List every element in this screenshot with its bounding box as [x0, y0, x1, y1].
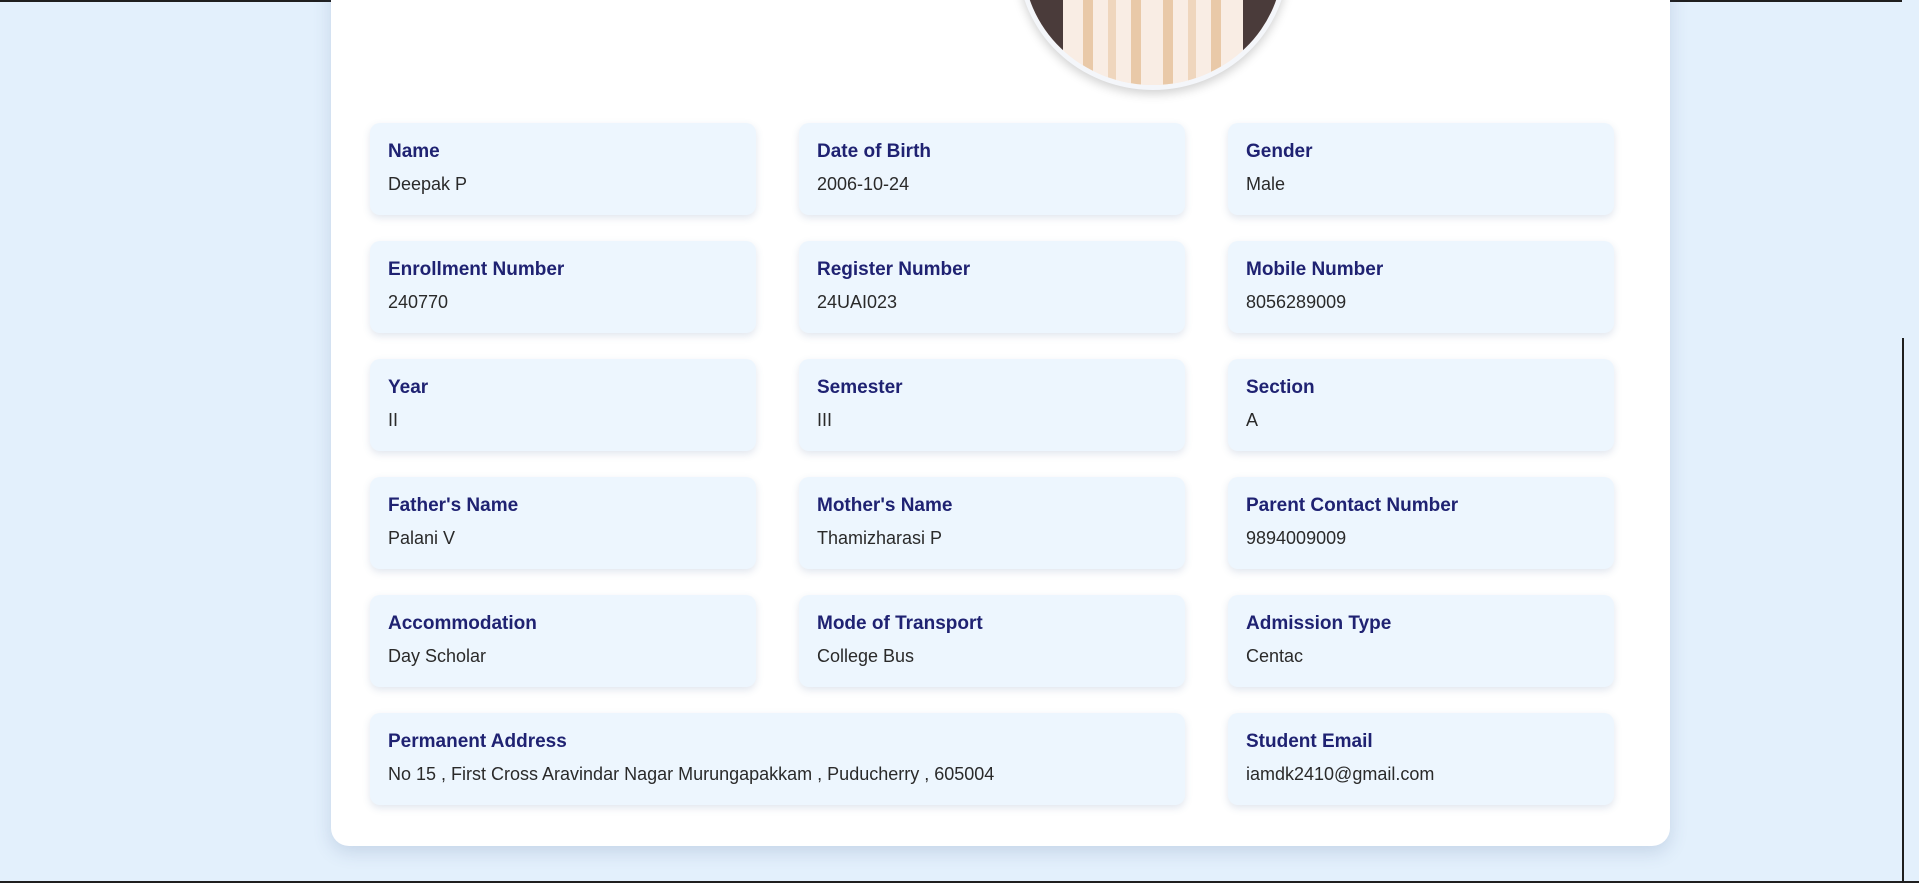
field-label: Mobile Number: [1246, 259, 1384, 280]
page-scrollbar[interactable]: [1902, 0, 1919, 883]
field-value: 2006-10-24: [817, 174, 910, 194]
field-label: Student Email: [1246, 731, 1373, 752]
field-label: Date of Birth: [817, 141, 931, 162]
profile-fields-grid: Name Deepak P Date of Birth 2006-10-24 G…: [370, 123, 1632, 805]
field-value: Palani V: [388, 528, 456, 548]
field-value: College Bus: [817, 646, 915, 666]
field-value: Deepak P: [388, 174, 468, 194]
field-accommodation: Accommodation Day Scholar: [370, 595, 756, 687]
field-gender: Gender Male: [1228, 123, 1614, 215]
field-label: Semester: [817, 377, 903, 398]
field-value: A: [1246, 410, 1259, 430]
field-mode-of-transport: Mode of Transport College Bus: [799, 595, 1185, 687]
field-register-number: Register Number 24UAI023: [799, 241, 1185, 333]
field-label: Gender: [1246, 141, 1313, 162]
scrollbar-thumb[interactable]: [1902, 338, 1904, 883]
field-year: Year II: [370, 359, 756, 451]
field-value: No 15 , First Cross Aravindar Nagar Muru…: [388, 764, 995, 784]
student-photo: [1023, 0, 1283, 85]
field-value: 9894009009: [1246, 528, 1347, 548]
field-fathers-name: Father's Name Palani V: [370, 477, 756, 569]
field-label: Register Number: [817, 259, 971, 280]
field-mobile-number: Mobile Number 8056289009: [1228, 241, 1614, 333]
field-label: Mother's Name: [817, 495, 953, 516]
field-enrollment-number: Enrollment Number 240770: [370, 241, 756, 333]
field-value: III: [817, 410, 833, 430]
field-label: Mode of Transport: [817, 613, 983, 634]
field-label: Permanent Address: [388, 731, 567, 752]
field-label: Accommodation: [388, 613, 537, 634]
field-value: Centac: [1246, 646, 1304, 666]
field-semester: Semester III: [799, 359, 1185, 451]
student-avatar: [1018, 0, 1288, 90]
field-value: Male: [1246, 174, 1286, 194]
field-label: Admission Type: [1246, 613, 1392, 634]
field-value: II: [388, 410, 399, 430]
field-label: Year: [388, 377, 429, 398]
field-name: Name Deepak P: [370, 123, 756, 215]
field-permanent-address: Permanent Address No 15 , First Cross Ar…: [370, 713, 1185, 805]
field-label: Parent Contact Number: [1246, 495, 1459, 516]
field-value: 24UAI023: [817, 292, 898, 312]
field-section: Section A: [1228, 359, 1614, 451]
field-admission-type: Admission Type Centac: [1228, 595, 1614, 687]
field-label: Section: [1246, 377, 1315, 398]
field-value: Thamizharasi P: [817, 528, 943, 548]
field-value: 240770: [388, 292, 449, 312]
field-value: Day Scholar: [388, 646, 487, 666]
field-value: iamdk2410@gmail.com: [1246, 764, 1435, 784]
field-label: Enrollment Number: [388, 259, 565, 280]
field-date-of-birth: Date of Birth 2006-10-24: [799, 123, 1185, 215]
field-label: Father's Name: [388, 495, 519, 516]
field-mothers-name: Mother's Name Thamizharasi P: [799, 477, 1185, 569]
field-value: 8056289009: [1246, 292, 1347, 312]
field-student-email: Student Email iamdk2410@gmail.com: [1228, 713, 1614, 805]
field-label: Name: [388, 141, 440, 162]
field-parent-contact-number: Parent Contact Number 9894009009: [1228, 477, 1614, 569]
